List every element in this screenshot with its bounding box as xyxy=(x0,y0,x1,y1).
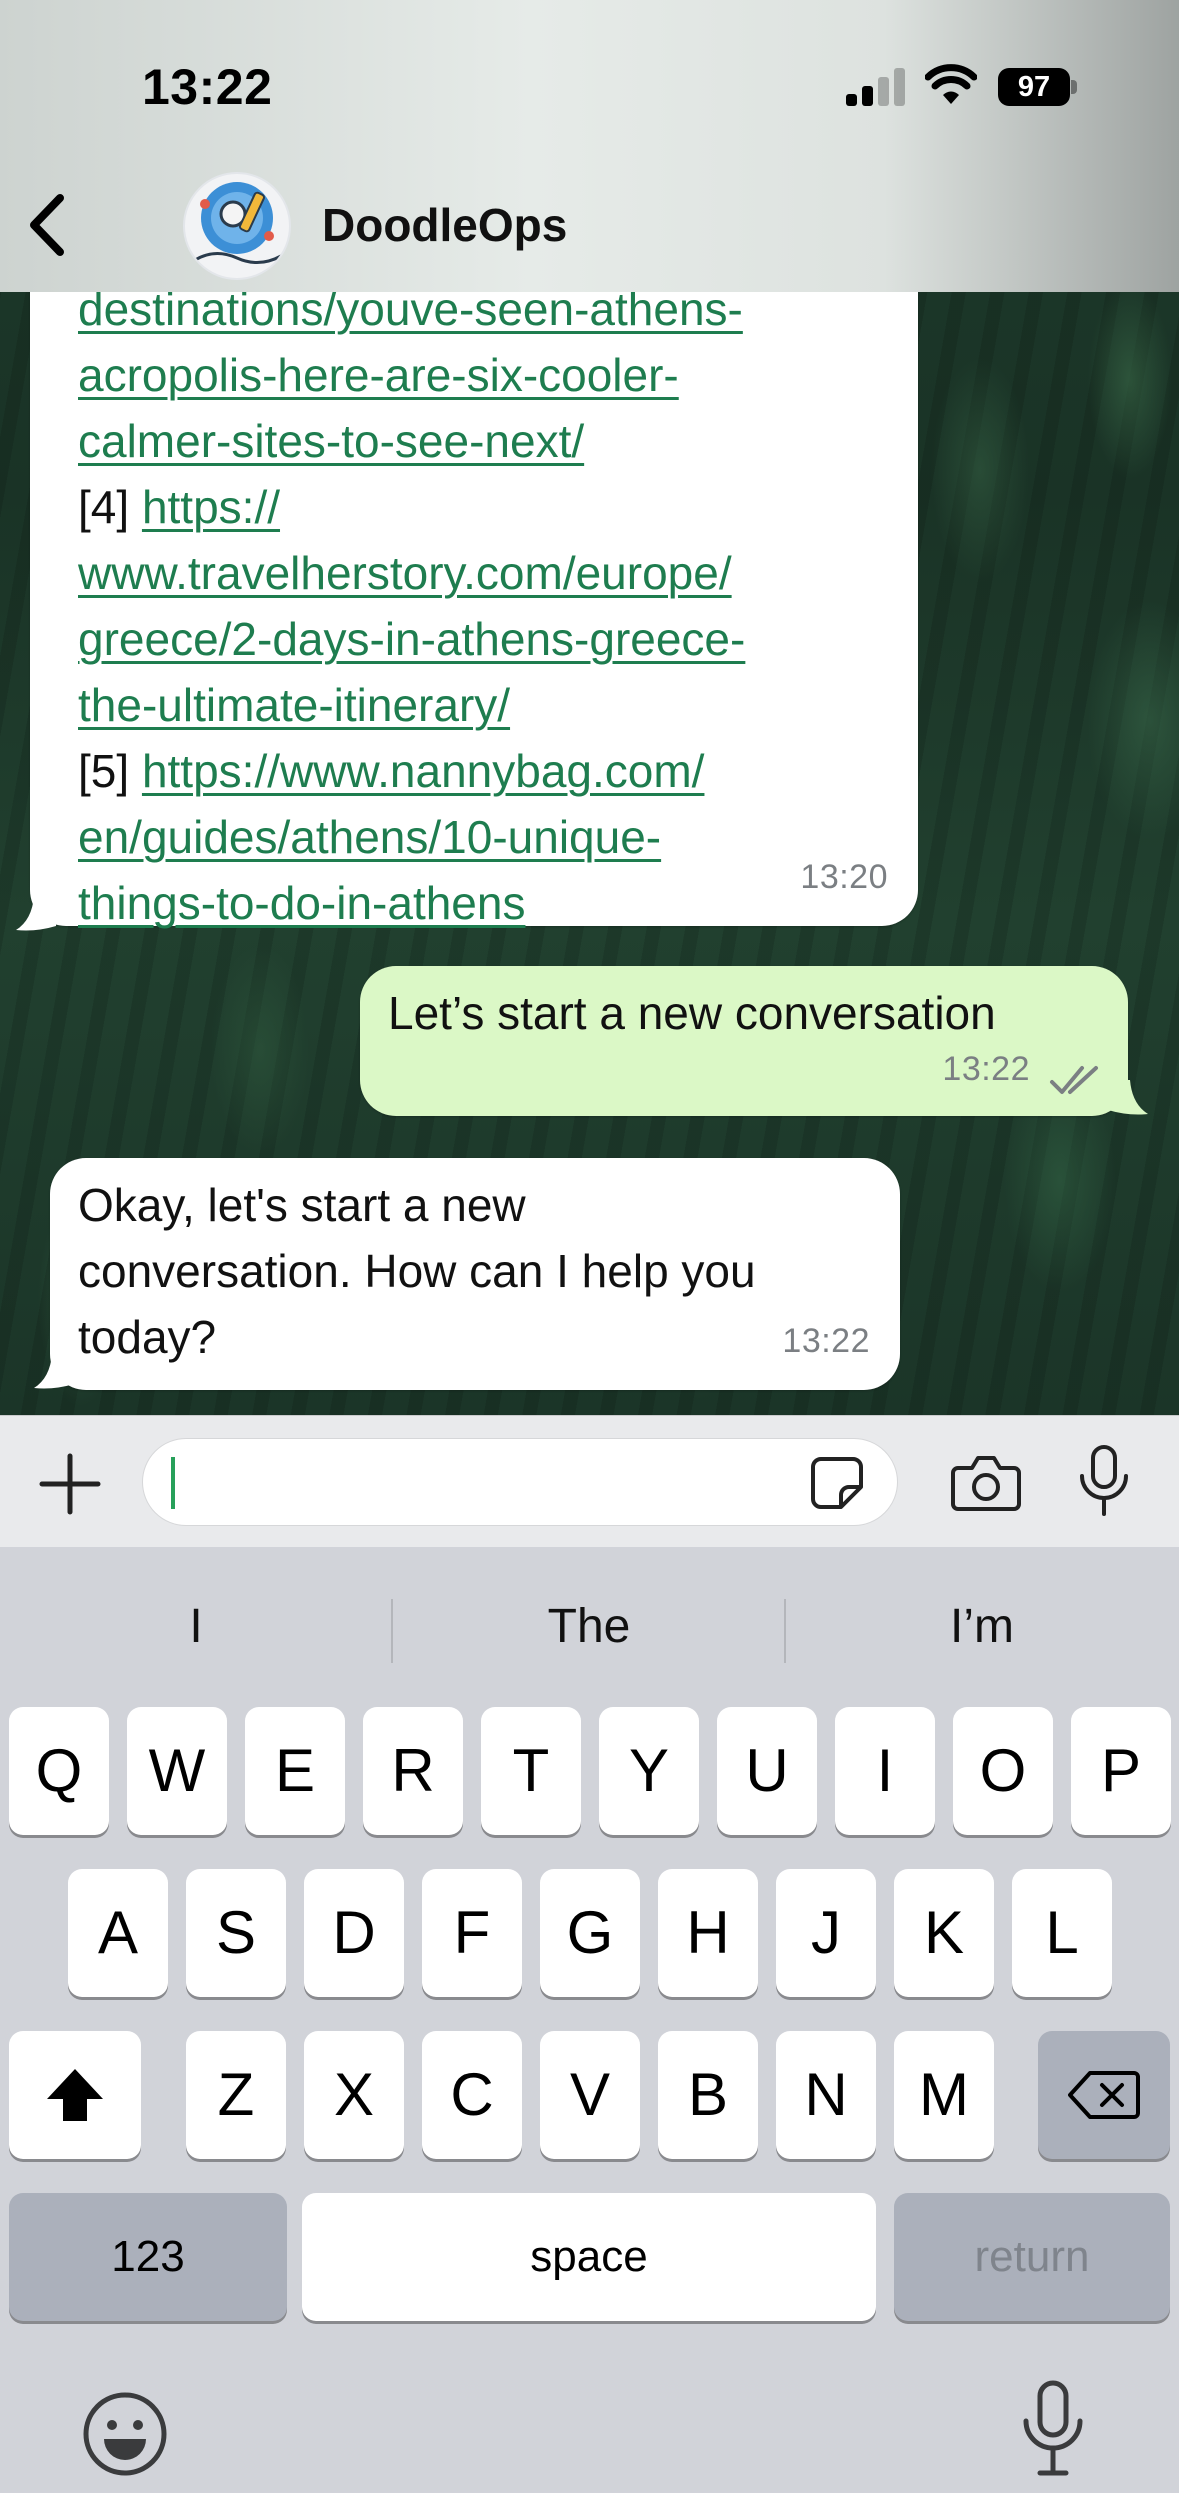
message-time: 13:22 xyxy=(942,1050,1030,1088)
plus-icon[interactable] xyxy=(38,1452,102,1516)
message-text: Okay, let's start a new conversation. Ho… xyxy=(78,1172,756,1370)
key[interactable]: O xyxy=(953,1707,1053,1835)
message-line: en/guides/athens/10-unique- xyxy=(78,804,745,870)
key[interactable]: H xyxy=(658,1869,758,1997)
key[interactable]: Q xyxy=(9,1707,109,1835)
message-time: 13:22 xyxy=(782,1322,870,1360)
key[interactable]: M xyxy=(894,2031,994,2159)
suggestion[interactable]: I’m xyxy=(786,1577,1178,1677)
key[interactable]: W xyxy=(127,1707,227,1835)
key[interactable]: D xyxy=(304,1869,404,1997)
message-link[interactable]: https://www.nannybag.com/ xyxy=(142,745,705,797)
shift-icon xyxy=(47,2069,103,2121)
message-line: [4] https:// xyxy=(78,481,281,533)
key[interactable]: Y xyxy=(599,1707,699,1835)
doodleops-logo xyxy=(194,182,282,264)
dictation-icon[interactable] xyxy=(1018,2379,1088,2479)
return-key[interactable]: return xyxy=(894,2193,1170,2321)
signal-icon xyxy=(846,66,906,106)
message-line: Okay, let's start a new xyxy=(78,1179,526,1231)
numbers-key[interactable]: 123 xyxy=(9,2193,287,2321)
message-link[interactable]: en/guides/athens/10-unique- xyxy=(78,811,661,863)
contact-name[interactable]: DoodleOps xyxy=(322,198,567,252)
message-link[interactable]: things-to-do-in-athens xyxy=(78,877,525,929)
sticker-icon[interactable] xyxy=(807,1453,867,1513)
camera-icon[interactable] xyxy=(950,1452,1022,1512)
message-link[interactable]: https:// xyxy=(142,481,280,533)
message-input-bar xyxy=(0,1415,1179,1547)
message-line: [5] https://www.nannybag.com/ xyxy=(78,745,705,797)
key[interactable]: Z xyxy=(186,2031,286,2159)
status-time: 13:22 xyxy=(142,59,273,115)
battery-level: 97 xyxy=(998,68,1070,106)
keyboard: I The I’m Q W E R T Y U I O P A S D F G … xyxy=(0,1547,1179,2493)
message-line: www.travelherstory.com/europe/ xyxy=(78,540,745,606)
suggestion[interactable]: The xyxy=(393,1577,785,1677)
backspace-key[interactable] xyxy=(1038,2031,1170,2159)
double-check-icon xyxy=(1050,1066,1098,1094)
key[interactable]: S xyxy=(186,1869,286,1997)
message-line: greece/2-days-in-athens-greece- xyxy=(78,606,745,672)
key[interactable]: L xyxy=(1012,1869,1112,1997)
key[interactable]: V xyxy=(540,2031,640,2159)
key[interactable]: T xyxy=(481,1707,581,1835)
outgoing-message-bubble[interactable]: Let’s start a new conversation 13:22 xyxy=(360,966,1128,1116)
message-link[interactable]: acropolis-here-are-six-cooler- xyxy=(78,349,679,401)
text-caret xyxy=(171,1457,175,1509)
space-key[interactable]: space xyxy=(302,2193,876,2321)
key[interactable]: B xyxy=(658,2031,758,2159)
key[interactable]: G xyxy=(540,1869,640,1997)
key[interactable]: E xyxy=(245,1707,345,1835)
key[interactable]: I xyxy=(835,1707,935,1835)
bubble-tail xyxy=(16,896,56,931)
message-line: today? xyxy=(78,1311,217,1363)
key[interactable]: A xyxy=(68,1869,168,1997)
key[interactable]: C xyxy=(422,2031,522,2159)
predictive-suggestions: I The I’m xyxy=(0,1577,1179,1677)
key[interactable]: U xyxy=(717,1707,817,1835)
message-link[interactable]: the-ultimate-itinerary/ xyxy=(78,679,510,731)
key[interactable]: K xyxy=(894,1869,994,1997)
message-link[interactable]: calmer-sites-to-see-next/ xyxy=(78,415,584,467)
shift-key[interactable] xyxy=(9,2031,141,2159)
incoming-message-bubble[interactable]: Okay, let's start a new conversation. Ho… xyxy=(50,1158,900,1390)
message-line: conversation. How can I help you xyxy=(78,1245,756,1297)
key[interactable]: X xyxy=(304,2031,404,2159)
message-time: 13:20 xyxy=(800,858,888,896)
message-link[interactable]: www.travelherstory.com/europe/ xyxy=(78,547,732,599)
bubble-tail xyxy=(1108,1080,1148,1115)
backspace-icon xyxy=(1068,2071,1140,2119)
message-line: calmer-sites-to-see-next/ xyxy=(78,408,745,474)
message-text: Let’s start a new conversation xyxy=(388,987,996,1039)
key[interactable]: F xyxy=(422,1869,522,1997)
key[interactable]: R xyxy=(363,1707,463,1835)
bubble-tail xyxy=(34,1354,74,1389)
incoming-message-bubble[interactable]: destinations/youve-seen-athens- acropoli… xyxy=(30,220,918,929)
avatar[interactable] xyxy=(183,172,291,280)
message-line: acropolis-here-are-six-cooler- xyxy=(78,342,745,408)
message-link[interactable]: greece/2-days-in-athens-greece- xyxy=(78,613,745,665)
message-line: things-to-do-in-athens xyxy=(78,870,745,936)
message-text: destinations/youve-seen-athens- acropoli… xyxy=(78,276,745,936)
key[interactable]: N xyxy=(776,2031,876,2159)
wifi-icon xyxy=(925,64,977,104)
key[interactable]: J xyxy=(776,1869,876,1997)
chat-header: 13:22 97 DoodleOps xyxy=(0,0,1179,292)
message-line: the-ultimate-itinerary/ xyxy=(78,672,745,738)
emoji-icon[interactable] xyxy=(82,2391,168,2477)
mic-icon[interactable] xyxy=(1076,1444,1132,1518)
key[interactable]: P xyxy=(1071,1707,1171,1835)
back-icon[interactable] xyxy=(22,190,72,260)
message-input[interactable] xyxy=(142,1438,898,1526)
suggestion[interactable]: I xyxy=(0,1577,392,1677)
battery-icon: 97 xyxy=(998,68,1078,106)
